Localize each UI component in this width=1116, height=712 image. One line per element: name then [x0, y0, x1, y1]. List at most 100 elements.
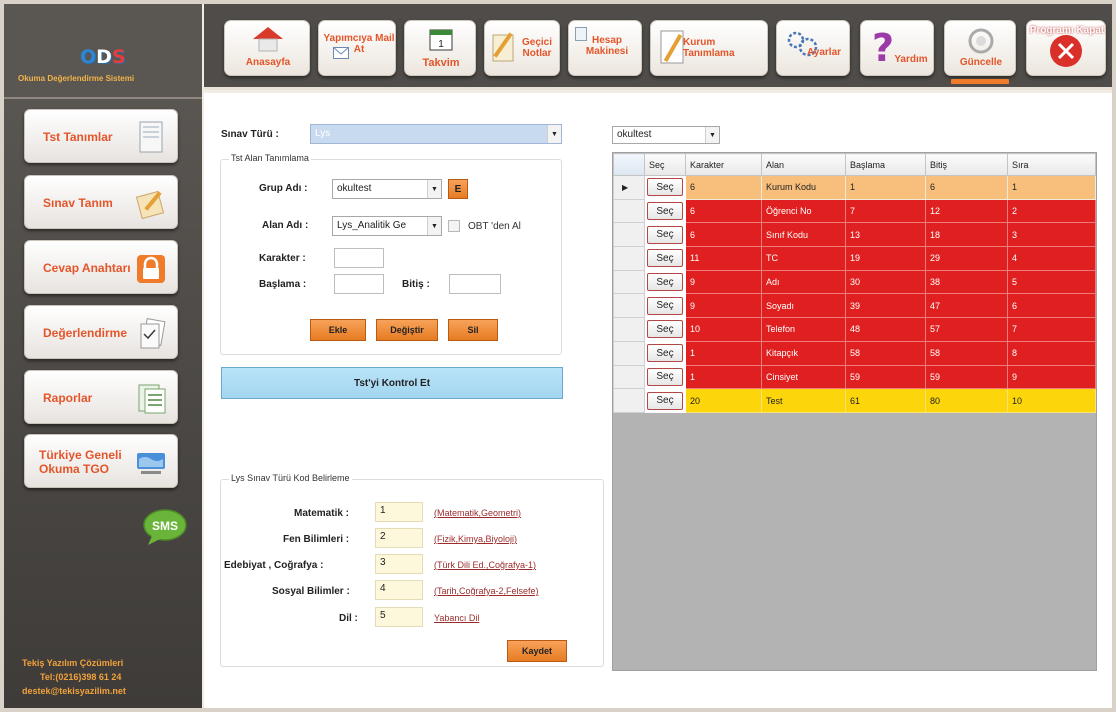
row-header[interactable]	[613, 246, 645, 271]
code-input-fen[interactable]: 2	[375, 528, 423, 548]
row-header[interactable]	[613, 364, 645, 390]
cell-sira[interactable]: 10	[1007, 388, 1096, 413]
cell-karakter[interactable]: 9	[685, 293, 762, 319]
cell-alan[interactable]: Cinsiyet	[761, 364, 846, 390]
toolbar-takvim-button[interactable]: 1 Takvim	[404, 20, 476, 76]
column-header-bitis[interactable]: Bitiş	[925, 153, 1008, 176]
cell-karakter[interactable]: 20	[685, 388, 762, 413]
code-link-sosyal[interactable]: (Tarih,Coğrafya-2,Felsefe)	[434, 586, 539, 596]
cell-karakter[interactable]: 1	[685, 364, 762, 390]
cell-alan[interactable]: Kurum Kodu	[761, 175, 846, 200]
code-link-edebiyat[interactable]: (Türk Dili Ed.,Coğrafya-1)	[434, 560, 536, 570]
cell-bitis[interactable]: 18	[925, 222, 1008, 248]
cell-baslama[interactable]: 13	[845, 222, 926, 248]
cell-bitis[interactable]: 80	[925, 388, 1008, 413]
cell-sira[interactable]: 4	[1007, 246, 1096, 271]
cell-baslama[interactable]: 30	[845, 269, 926, 295]
cell-bitis[interactable]: 58	[925, 340, 1008, 366]
cell-sira[interactable]: 5	[1007, 269, 1096, 295]
code-link-fen[interactable]: (Fizik,Kimya,Biyoloji)	[434, 534, 517, 544]
cell-karakter[interactable]: 6	[685, 198, 762, 224]
change-button[interactable]: Değiştir	[376, 319, 438, 341]
cell-alan[interactable]: Öğrenci No	[761, 198, 846, 224]
code-input-dil[interactable]: 5	[375, 607, 423, 627]
cell-karakter[interactable]: 11	[685, 246, 762, 271]
cell-karakter[interactable]: 1	[685, 340, 762, 366]
code-input-edebiyat[interactable]: 3	[375, 554, 423, 574]
sms-icon[interactable]: SMS	[142, 508, 188, 546]
toolbar-programi-kapat-button[interactable]: Programı Kapat	[1026, 20, 1106, 76]
toolbar-mail-button[interactable]: Yapımcıya Mail At	[318, 20, 396, 76]
row-select-button[interactable]: Seç	[647, 178, 683, 197]
cell-sira[interactable]: 1	[1007, 175, 1096, 200]
cell-sira[interactable]: 6	[1007, 293, 1096, 319]
row-header[interactable]	[613, 340, 645, 366]
column-header-karakter[interactable]: Karakter	[685, 153, 762, 176]
cell-bitis[interactable]: 47	[925, 293, 1008, 319]
table-row[interactable]: Seç 10 Telefon 48 57 7	[613, 317, 1096, 342]
check-tst-button[interactable]: Tst'yi Kontrol Et	[221, 367, 563, 399]
start-input[interactable]	[334, 274, 384, 294]
cell-baslama[interactable]: 59	[845, 364, 926, 390]
table-row[interactable]: Seç 9 Adı 30 38 5	[613, 269, 1096, 295]
exam-type-select[interactable]: Lys ▼	[310, 124, 562, 144]
cell-karakter[interactable]: 9	[685, 269, 762, 295]
row-select-button[interactable]: Seç	[647, 296, 683, 315]
sidebar-item-tst-tanimlar[interactable]: Tst Tanımlar	[24, 109, 178, 163]
sidebar-item-cevap-anahtari[interactable]: Cevap Anahtarı	[24, 240, 178, 294]
row-select-button[interactable]: Seç	[647, 249, 683, 268]
cell-karakter[interactable]: 6	[685, 175, 762, 200]
char-input[interactable]	[334, 248, 384, 268]
cell-sira[interactable]: 8	[1007, 340, 1096, 366]
sidebar-item-degerlendirme[interactable]: Değerlendirme	[24, 305, 178, 359]
toolbar-ayarlar-button[interactable]: Ayarlar	[776, 20, 850, 76]
toolbar-kurum-tanimlama-button[interactable]: Kurum Tanımlama	[650, 20, 768, 76]
toolbar-hesap-makinesi-button[interactable]: Hesap Makinesi	[568, 20, 642, 76]
row-header[interactable]	[613, 222, 645, 248]
toolbar-anasayfa-button[interactable]: Anasayfa	[224, 20, 310, 76]
field-name-select[interactable]: Lys_Analitik Ge ▼	[332, 216, 442, 236]
cell-alan[interactable]: Test	[761, 388, 846, 413]
cell-bitis[interactable]: 6	[925, 175, 1008, 200]
row-select-button[interactable]: Seç	[647, 391, 683, 410]
table-row[interactable]: Seç 1 Kitapçık 58 58 8	[613, 340, 1096, 366]
cell-baslama[interactable]: 19	[845, 246, 926, 271]
cell-alan[interactable]: Sınıf Kodu	[761, 222, 846, 248]
toolbar-yardim-button[interactable]: ? Yardım	[860, 20, 934, 76]
table-row[interactable]: Seç 6 Öğrenci No 7 12 2	[613, 198, 1096, 224]
row-header[interactable]	[613, 198, 645, 224]
cell-bitis[interactable]: 38	[925, 269, 1008, 295]
code-input-matematik[interactable]: 1	[375, 502, 423, 522]
code-link-dil[interactable]: Yabancı Dil	[434, 613, 479, 623]
column-header-baslama[interactable]: Başlama	[845, 153, 926, 176]
row-select-button[interactable]: Seç	[647, 273, 683, 292]
row-header[interactable]	[613, 293, 645, 319]
row-select-button[interactable]: Seç	[647, 367, 683, 386]
sidebar-item-sinav-tanim[interactable]: Sınav Tanım	[24, 175, 178, 229]
cell-baslama[interactable]: 58	[845, 340, 926, 366]
end-input[interactable]	[449, 274, 501, 294]
obt-checkbox[interactable]	[448, 220, 460, 232]
add-button[interactable]: Ekle	[310, 319, 366, 341]
row-select-button[interactable]: Seç	[647, 344, 683, 363]
cell-alan[interactable]: Kitapçık	[761, 340, 846, 366]
cell-baslama[interactable]: 61	[845, 388, 926, 413]
row-header[interactable]: ▶	[613, 175, 645, 200]
cell-alan[interactable]: Telefon	[761, 317, 846, 342]
table-row[interactable]: Seç 1 Cinsiyet 59 59 9	[613, 364, 1096, 390]
table-row[interactable]: Seç 6 Sınıf Kodu 13 18 3	[613, 222, 1096, 248]
toolbar-guncelle-button[interactable]: Güncelle	[944, 20, 1016, 84]
cell-sira[interactable]: 2	[1007, 198, 1096, 224]
row-select-button[interactable]: Seç	[647, 225, 683, 244]
group-name-select[interactable]: okultest ▼	[332, 179, 442, 199]
cell-karakter[interactable]: 6	[685, 222, 762, 248]
cell-baslama[interactable]: 39	[845, 293, 926, 319]
column-header-sec[interactable]: Seç	[644, 153, 686, 176]
cell-baslama[interactable]: 48	[845, 317, 926, 342]
cell-sira[interactable]: 7	[1007, 317, 1096, 342]
group-e-button[interactable]: E	[448, 179, 468, 199]
row-header[interactable]	[613, 388, 645, 413]
table-row[interactable]: Seç 9 Soyadı 39 47 6	[613, 293, 1096, 319]
toolbar-gecici-notlar-button[interactable]: Geçici Notlar	[484, 20, 560, 76]
cell-sira[interactable]: 3	[1007, 222, 1096, 248]
